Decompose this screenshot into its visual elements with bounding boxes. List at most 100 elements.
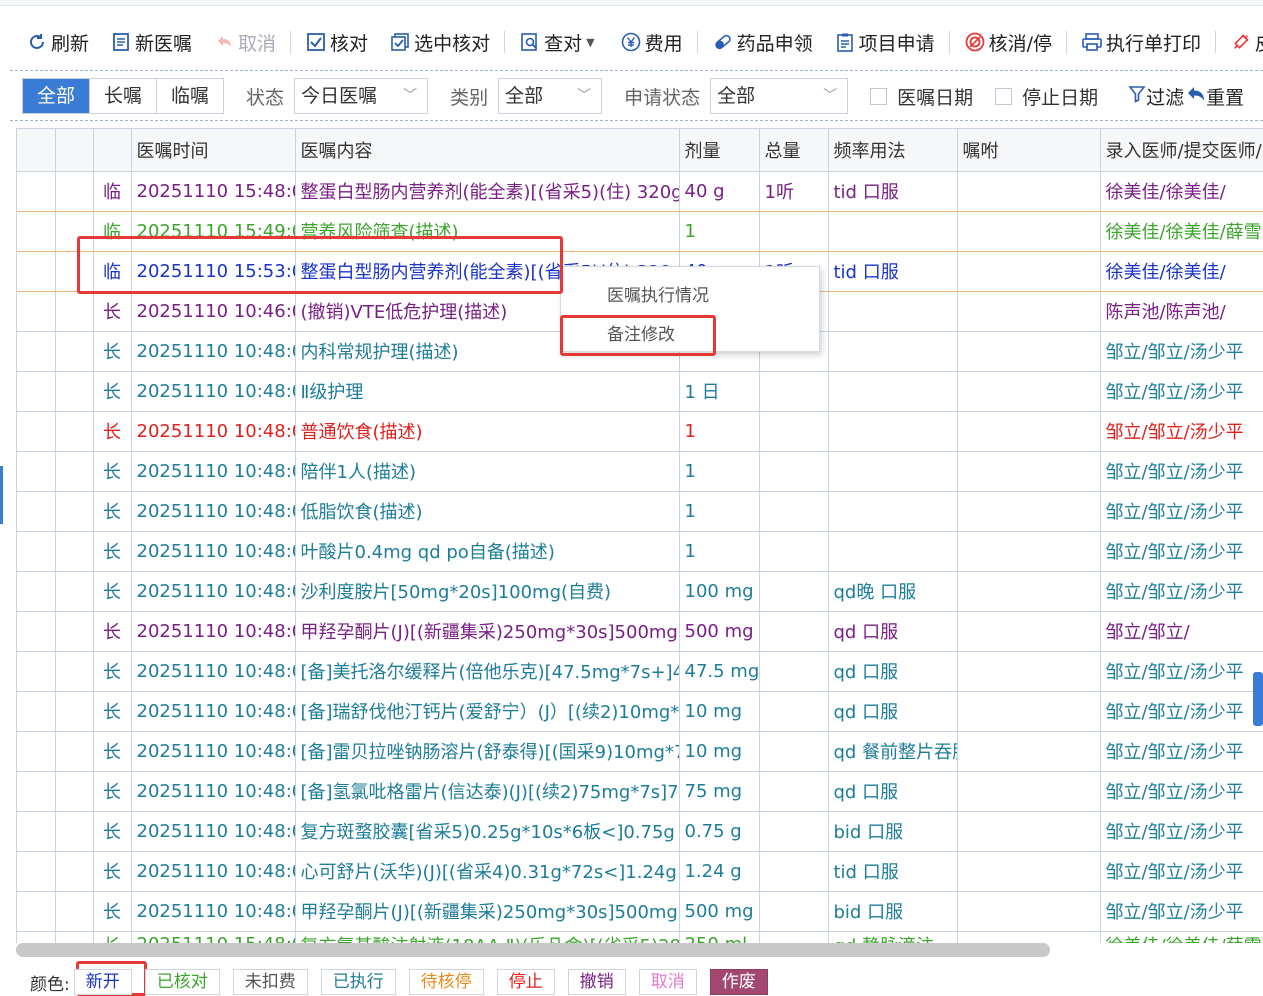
fee-button[interactable]: 费用 bbox=[616, 29, 687, 56]
table-row[interactable]: 长20251110 10:48:00陪伴1人(描述)1 邹立/邹立/汤少平 bbox=[17, 451, 1263, 492]
table-row[interactable]: 长20251110 10:48:00[备]瑞舒伐他汀钙片(爱舒宁）(J）[(续2… bbox=[17, 691, 1263, 732]
row-select-cell[interactable] bbox=[17, 891, 56, 932]
row-select-cell[interactable] bbox=[17, 171, 56, 212]
void-stop-button[interactable]: 核消/停 bbox=[960, 29, 1056, 56]
row-select-cell[interactable] bbox=[17, 611, 56, 652]
row-select-cell[interactable] bbox=[55, 851, 94, 892]
row-select-cell[interactable] bbox=[17, 571, 56, 612]
order-time-cell: 20251110 10:48:00 bbox=[131, 811, 296, 852]
legend-chip: 已核对 bbox=[144, 969, 220, 995]
cancel-button[interactable]: 取消 bbox=[209, 29, 280, 56]
toolbar-divider bbox=[99, 31, 100, 53]
tab-all[interactable]: 全部 bbox=[23, 79, 91, 113]
row-select-cell[interactable] bbox=[55, 171, 94, 212]
category-select[interactable]: 全部 ﹀ bbox=[498, 78, 603, 114]
table-row[interactable]: 长20251110 10:48:00Ⅱ级护理1 日 邹立/邹立/汤少平 bbox=[17, 371, 1263, 412]
toolbar-divider bbox=[290, 31, 292, 53]
table-row[interactable]: 长20251110 10:48:00[备]氢氯吡格雷片(信达泰)(J)[(续2)… bbox=[17, 771, 1263, 812]
tab-long-term[interactable]: 长嘱 bbox=[90, 79, 158, 113]
table-row[interactable]: 临20251110 15:48:00整蛋白型肠内营养剂(能全素)[(省采5)(住… bbox=[17, 171, 1263, 212]
order-time-cell: 20251110 10:48:00 bbox=[131, 691, 296, 732]
column-header-time[interactable]: 医嘱时间 bbox=[131, 129, 296, 172]
table-row[interactable]: 长20251110 10:48:00甲羟孕酮片(J)[(新疆集采)250mg*3… bbox=[17, 611, 1263, 652]
table-row[interactable]: 长20251110 10:48:00叶酸片0.4mg qd po自备(描述)1 邹… bbox=[17, 531, 1263, 572]
row-select-cell[interactable] bbox=[17, 851, 56, 892]
caret-down-icon: ▼ bbox=[586, 35, 595, 49]
table-row[interactable]: 长20251110 15:48:00复方氨基酸注射液(18AA-Ⅱ)(乐凡命)[… bbox=[17, 931, 1263, 943]
row-select-cell[interactable] bbox=[55, 571, 94, 612]
row-select-cell[interactable] bbox=[17, 531, 56, 572]
table-row[interactable]: 长20251110 10:48:00心可舒片(沃华)(J)[(省采4)0.31g… bbox=[17, 851, 1263, 892]
item-request-button[interactable]: 项目申请 bbox=[830, 29, 939, 56]
row-select-cell[interactable] bbox=[55, 531, 94, 572]
row-select-cell[interactable] bbox=[55, 731, 94, 772]
table-row[interactable]: 长20251110 10:48:00[备]美托洛尔缓释片(倍他乐克)[47.5m… bbox=[17, 651, 1263, 692]
column-header-total[interactable]: 总量 bbox=[759, 129, 829, 172]
row-select-cell[interactable] bbox=[55, 371, 94, 412]
row-select-cell[interactable] bbox=[55, 411, 94, 452]
row-select-cell[interactable] bbox=[55, 811, 94, 852]
row-select-cell[interactable] bbox=[17, 371, 56, 412]
row-select-cell[interactable] bbox=[17, 211, 56, 252]
stop-date-checkbox[interactable]: 停止日期 bbox=[995, 83, 1098, 110]
app-window: 刷新 新医嘱 取消 核对 选中核对 查对 ▼ 费用 药品申领 项目申请 核消/停… bbox=[0, 0, 1263, 996]
frequency-cell bbox=[828, 411, 958, 452]
row-select-cell[interactable] bbox=[55, 451, 94, 492]
row-select-cell[interactable] bbox=[17, 491, 56, 532]
row-select-cell[interactable] bbox=[55, 331, 94, 372]
row-select-cell[interactable] bbox=[17, 811, 56, 852]
drug-request-button[interactable]: 药品申领 bbox=[708, 29, 817, 56]
row-select-cell[interactable] bbox=[17, 251, 56, 292]
reset-button[interactable]: 重置 bbox=[1186, 83, 1244, 110]
table-row[interactable]: 长20251110 10:48:00沙利度胺片[50mg*20s]100mg(自… bbox=[17, 571, 1263, 612]
row-select-cell[interactable] bbox=[17, 771, 56, 812]
row-select-cell[interactable] bbox=[55, 691, 94, 732]
apply-status-value: 全部 bbox=[717, 85, 756, 107]
column-header-instruction[interactable]: 嘱咐 bbox=[957, 129, 1101, 172]
row-select-cell[interactable] bbox=[17, 291, 56, 332]
status-select[interactable]: 今日医嘱 ﹀ bbox=[294, 78, 429, 114]
filter-button[interactable]: 过滤 bbox=[1128, 83, 1184, 110]
table-row[interactable]: 长20251110 10:48:00[备]雷贝拉唑钠肠溶片(舒泰得)[(国采9)… bbox=[17, 731, 1263, 772]
row-select-cell[interactable] bbox=[17, 931, 56, 943]
table-row[interactable]: 长20251110 10:48:00低脂饮食(描述)1 邹立/邹立/汤少平 bbox=[17, 491, 1263, 532]
row-select-cell[interactable] bbox=[55, 651, 94, 692]
side-panel-handle[interactable] bbox=[0, 466, 3, 524]
row-select-cell[interactable] bbox=[55, 771, 94, 812]
vertical-scrollbar-thumb[interactable] bbox=[1253, 672, 1263, 726]
row-select-cell[interactable] bbox=[17, 691, 56, 732]
total-cell bbox=[759, 691, 829, 732]
order-date-checkbox[interactable]: 医嘱日期 bbox=[870, 83, 973, 110]
verify-dropdown-button[interactable]: 查对 ▼ bbox=[515, 29, 598, 56]
table-row[interactable]: 长20251110 10:48:00复方斑蝥胶囊[省采5)0.25g*10s*6… bbox=[17, 811, 1263, 852]
row-select-cell[interactable] bbox=[17, 731, 56, 772]
new-order-button[interactable]: 新医嘱 bbox=[106, 29, 196, 56]
skin-test-button[interactable]: 皮 bbox=[1226, 29, 1263, 56]
column-header-doctor[interactable]: 录入医师/提交医师/ bbox=[1100, 129, 1263, 172]
toolbar-divider bbox=[823, 31, 824, 53]
apply-status-select[interactable]: 全部 ﹀ bbox=[710, 78, 849, 114]
check-selected-button[interactable]: 选中核对 bbox=[385, 29, 494, 56]
tab-temporary[interactable]: 临嘱 bbox=[157, 79, 223, 113]
row-select-cell[interactable] bbox=[17, 331, 56, 372]
row-select-cell[interactable] bbox=[55, 891, 94, 932]
row-select-cell[interactable] bbox=[55, 291, 94, 332]
table-row[interactable]: 长20251110 10:48:00甲羟孕酮片(J)[(新疆集采)250mg*3… bbox=[17, 891, 1263, 932]
check-button[interactable]: 核对 bbox=[301, 29, 372, 56]
row-select-cell[interactable] bbox=[17, 411, 56, 452]
row-select-cell[interactable] bbox=[55, 611, 94, 652]
row-select-cell[interactable] bbox=[55, 931, 94, 943]
row-select-cell[interactable] bbox=[55, 491, 94, 532]
instruction-cell bbox=[957, 251, 1101, 292]
print-exec-button[interactable]: 执行单打印 bbox=[1077, 29, 1205, 56]
row-select-cell[interactable] bbox=[17, 451, 56, 492]
table-row[interactable]: 长20251110 10:48:00普通饮食(描述)1 邹立/邹立/汤少平 bbox=[17, 411, 1263, 452]
column-header-dose[interactable]: 剂量 bbox=[679, 129, 760, 172]
column-header-frequency[interactable]: 频率用法 bbox=[828, 129, 958, 172]
column-header-content[interactable]: 医嘱内容 bbox=[295, 129, 680, 172]
row-select-cell[interactable] bbox=[17, 651, 56, 692]
menu-item-execution-status[interactable]: 医嘱执行情况 bbox=[607, 281, 709, 306]
refresh-button[interactable]: 刷新 bbox=[22, 29, 93, 56]
horizontal-scrollbar[interactable] bbox=[16, 943, 1050, 957]
refresh-label: 刷新 bbox=[51, 32, 90, 55]
